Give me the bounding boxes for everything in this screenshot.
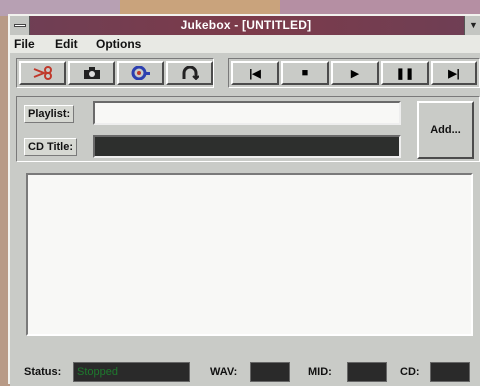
cd-title-field xyxy=(93,135,401,158)
menu-file[interactable]: File xyxy=(14,37,35,51)
window-title: Jukebox - [UNTITLED] xyxy=(180,18,312,32)
record-button[interactable] xyxy=(117,61,164,85)
cd-title-label: CD Title: xyxy=(24,138,78,156)
stop-button[interactable]: ■ xyxy=(281,61,329,85)
menu-bar: File Edit Options xyxy=(10,35,480,53)
camera-icon xyxy=(83,67,100,79)
add-button[interactable]: Add... xyxy=(417,101,474,159)
loop-button[interactable] xyxy=(166,61,213,85)
menu-edit[interactable]: Edit xyxy=(55,37,78,51)
loop-icon xyxy=(182,66,199,80)
stop-icon: ■ xyxy=(301,67,309,79)
wav-indicator xyxy=(250,362,290,382)
status-value: Stopped xyxy=(77,366,118,378)
title-bar[interactable]: Jukebox - [UNTITLED] ▼ xyxy=(10,16,480,35)
camera-button[interactable] xyxy=(68,61,115,85)
system-menu-icon xyxy=(14,24,26,27)
skip-back-icon: |◀ xyxy=(249,67,261,80)
add-button-label: Add... xyxy=(430,124,461,136)
wav-label: WAV: xyxy=(210,366,238,378)
minimize-button[interactable]: ▼ xyxy=(464,16,480,35)
pause-button[interactable]: ❚❚ xyxy=(381,61,429,85)
cd-label: CD: xyxy=(400,366,420,378)
menu-options[interactable]: Options xyxy=(96,37,141,51)
cd-indicator xyxy=(430,362,470,382)
jukebox-window: Jukebox - [UNTITLED] ▼ File Edit Options xyxy=(8,14,480,386)
mid-indicator xyxy=(347,362,387,382)
play-icon: ▶ xyxy=(350,67,360,80)
cut-button[interactable] xyxy=(19,61,66,85)
playlist-label: Playlist: xyxy=(24,105,75,123)
status-display: Stopped xyxy=(73,362,190,382)
play-button[interactable]: ▶ xyxy=(331,61,379,85)
playlist-input[interactable] xyxy=(93,101,401,125)
system-menu-button[interactable] xyxy=(10,16,30,35)
status-label: Status: xyxy=(24,366,62,378)
track-list[interactable] xyxy=(26,173,473,336)
record-icon xyxy=(131,66,150,80)
previous-track-button[interactable]: |◀ xyxy=(231,61,279,85)
scissors-icon xyxy=(33,66,52,80)
pause-icon: ❚❚ xyxy=(395,67,415,80)
mid-label: MID: xyxy=(308,366,332,378)
next-track-button[interactable]: ▶| xyxy=(431,61,477,85)
skip-forward-icon: ▶| xyxy=(448,67,460,80)
